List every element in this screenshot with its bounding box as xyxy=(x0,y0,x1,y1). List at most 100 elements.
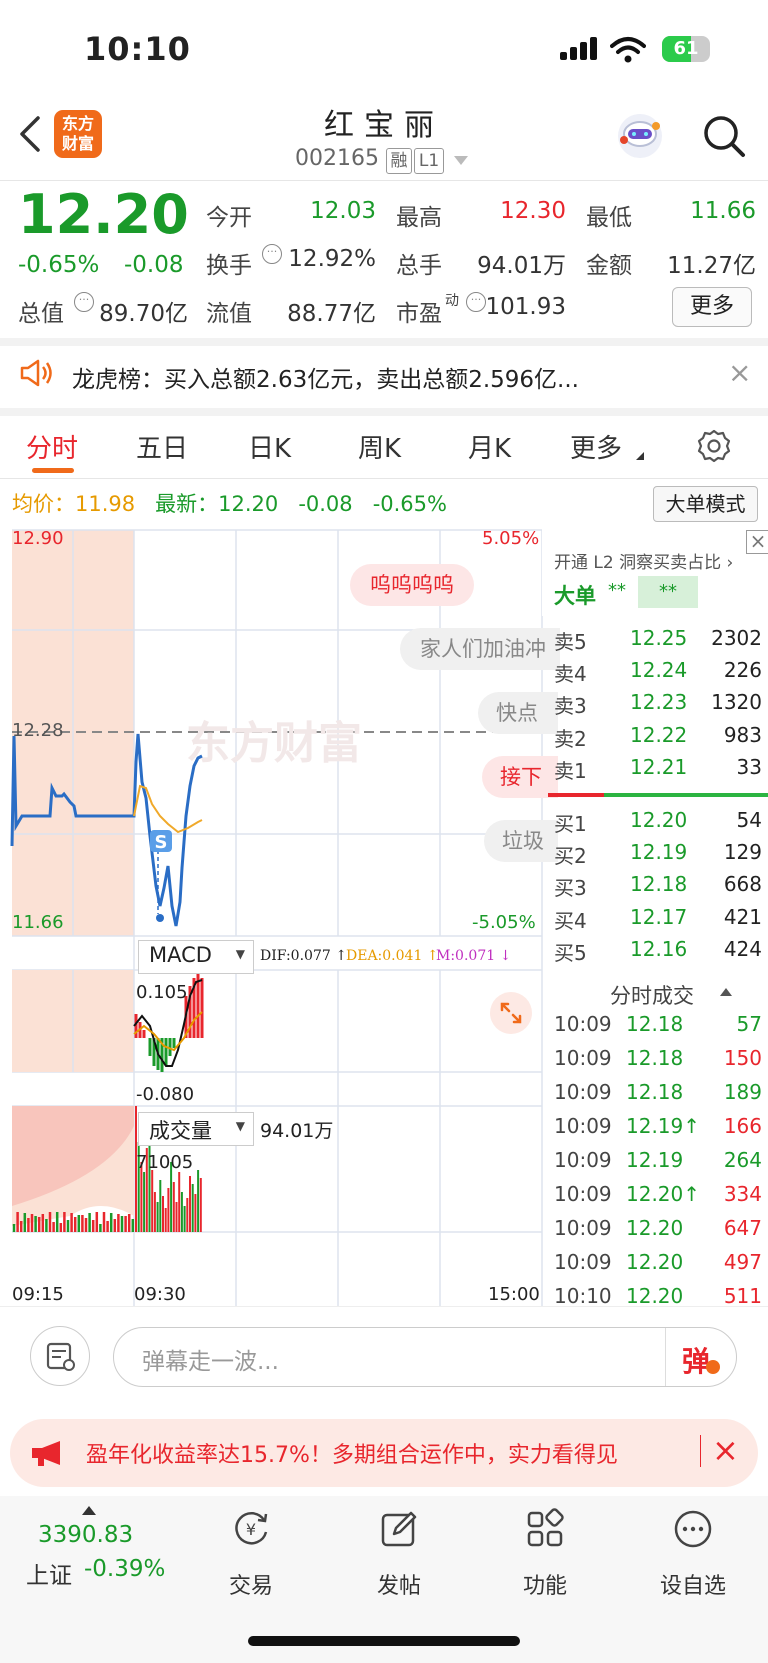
float-value: 88.77亿 xyxy=(287,301,376,327)
ask-row[interactable]: 卖5 12.25 2302 xyxy=(554,626,762,658)
dea-text: DEA:0.041 xyxy=(346,948,423,964)
pct-top-label: 5.05% xyxy=(482,528,540,549)
trade-price: 12.20 xyxy=(626,1284,684,1308)
dragon-tiger-notice[interactable]: 龙虎榜：买入总额2.63亿元，卖出总额2.596亿... xyxy=(72,360,579,394)
tab-5day[interactable]: 五日 xyxy=(136,428,188,465)
index-value[interactable]: 3390.83 xyxy=(38,1522,133,1548)
ask-row-price: 12.24 xyxy=(630,658,688,683)
chevron-down-icon[interactable] xyxy=(454,156,468,165)
ask-row[interactable]: 卖3 12.23 1320 xyxy=(554,690,762,722)
time-start-label: 09:15 xyxy=(12,1284,64,1305)
bid-row[interactable]: 买4 12.17 421 xyxy=(554,905,762,937)
volume-selector[interactable]: 成交量 ▼ xyxy=(138,1112,254,1146)
trade-price: 12.20 xyxy=(626,1216,684,1240)
danmaku-toggle-button[interactable]: 弹 xyxy=(665,1328,736,1386)
big-order-v2: ** xyxy=(638,576,698,608)
bid-row-volume: 421 xyxy=(723,904,762,929)
caret-up-icon[interactable] xyxy=(82,1506,96,1515)
pe-label: 市盈 xyxy=(396,301,442,327)
search-icon[interactable] xyxy=(702,114,746,158)
volume-value: 94.01万 xyxy=(477,253,566,279)
close-icon[interactable]: × xyxy=(712,1431,739,1469)
ask-row-label: 卖5 xyxy=(554,630,587,654)
bid-row[interactable]: 买2 12.19 129 xyxy=(554,840,762,872)
trade-volume: 497 xyxy=(723,1250,762,1274)
index-pct[interactable]: -0.39% xyxy=(84,1556,165,1582)
bid-row[interactable]: 买1 12.20 54 xyxy=(554,808,762,840)
ask-row-price: 12.21 xyxy=(630,754,688,779)
tab-intraday[interactable]: 分时 xyxy=(26,428,78,465)
mktcap-value: 89.70亿 xyxy=(99,301,188,327)
trade-time: 10:10 xyxy=(554,1284,612,1308)
ask-row[interactable]: 卖4 12.24 226 xyxy=(554,658,762,690)
danmaku-bubble[interactable]: 接下 xyxy=(482,756,558,798)
big-order-mode-button[interactable]: 大单模式 xyxy=(653,486,758,522)
danmaku-bubble[interactable]: 垃圾 xyxy=(484,820,558,862)
danmaku-settings-button[interactable] xyxy=(30,1326,90,1386)
caret-up-icon[interactable] xyxy=(720,988,732,996)
promo-banner[interactable]: 盈年化收益率达15.7%！多期组合运作中，实力看得见 × xyxy=(10,1419,758,1487)
ask-row[interactable]: 卖2 12.22 983 xyxy=(554,723,762,755)
tab-more[interactable]: 更多 xyxy=(570,428,622,465)
high-value: 12.30 xyxy=(500,198,566,224)
macd-top-label: 0.105 xyxy=(136,982,188,1003)
status-time: 10:10 xyxy=(84,30,191,68)
wifi-icon xyxy=(610,37,646,63)
ask-row-volume: 33 xyxy=(736,754,762,779)
check-badge-icon xyxy=(706,1360,720,1374)
trade-volume: 511 xyxy=(723,1284,762,1308)
big-order-label: 大单 xyxy=(554,584,596,608)
l2-promo-text: 开通 L2 洞察买卖占比 › xyxy=(554,553,734,573)
info-icon[interactable]: ··· xyxy=(74,292,94,312)
danmaku-bubble[interactable]: 呜呜呜呜 xyxy=(350,564,474,606)
danmaku-bubble[interactable]: 家人们加油冲 xyxy=(400,628,560,670)
megaphone-icon xyxy=(32,1441,60,1466)
danmaku-bubble[interactable]: 快点 xyxy=(478,692,558,734)
close-icon[interactable]: × xyxy=(728,356,751,389)
ask-row-label: 卖1 xyxy=(554,758,587,783)
bid-row-label: 买4 xyxy=(554,908,587,933)
trade-row: 10:09 12.19 264 xyxy=(554,1148,762,1182)
index-name[interactable]: 上证 xyxy=(26,1556,72,1590)
nav-custom-label: 设自选 xyxy=(659,1574,726,1599)
robot-assistant-icon[interactable] xyxy=(614,110,666,162)
nav-functions-label: 功能 xyxy=(522,1574,567,1599)
settings-icon[interactable] xyxy=(696,428,732,464)
m-value: M:0.071 ↓ xyxy=(436,948,512,964)
svg-text:¥: ¥ xyxy=(246,1520,256,1539)
bid-row[interactable]: 买3 12.18 668 xyxy=(554,872,762,904)
level-tag: L1 xyxy=(414,148,444,174)
bid-row-price: 12.18 xyxy=(630,872,688,897)
tab-daily-k[interactable]: 日K xyxy=(248,428,291,465)
danmaku-input[interactable]: 弹幕走一波... 弹 xyxy=(113,1327,737,1387)
mktcap-label: 总值 xyxy=(18,301,64,327)
danmaku-placeholder: 弹幕走一波... xyxy=(142,1349,279,1375)
bid-row[interactable]: 买5 12.16 424 xyxy=(554,937,762,969)
trade-row: 10:09 12.19↑ 166 xyxy=(554,1114,762,1148)
info-icon[interactable]: ··· xyxy=(262,244,282,264)
stock-code: 002165 xyxy=(295,146,379,171)
bid-row-volume: 668 xyxy=(723,872,762,897)
avg-label: 均价： xyxy=(12,492,75,516)
signal-icon xyxy=(560,52,567,60)
trade-row: 10:09 12.18 189 xyxy=(554,1080,762,1114)
ask-row[interactable]: 卖1 12.21 33 xyxy=(554,755,762,787)
trade-price: 12.19↑ xyxy=(626,1114,701,1138)
chart-watermark: 东方财富 xyxy=(186,718,362,769)
bid-row-price: 12.17 xyxy=(630,904,688,929)
low-label: 最低 xyxy=(586,205,632,231)
trade-price: 12.18 xyxy=(626,1046,684,1070)
macd-selector[interactable]: MACD ▼ xyxy=(138,940,254,974)
close-icon[interactable]: × xyxy=(746,530,768,554)
expand-button[interactable] xyxy=(490,992,532,1034)
bid-row-volume: 54 xyxy=(736,808,762,832)
trade-time: 10:09 xyxy=(554,1046,612,1070)
trades-title[interactable]: 分时成交 xyxy=(610,980,694,1010)
l2-promo[interactable]: 开通 L2 洞察买卖占比 › 大单 ** ** xyxy=(542,530,768,616)
trade-icon: ¥ xyxy=(235,1512,268,1545)
tab-monthly-k[interactable]: 月K xyxy=(468,428,511,465)
speaker-icon xyxy=(20,359,52,387)
turnover-label: 换手 xyxy=(206,253,252,279)
tab-weekly-k[interactable]: 周K xyxy=(358,428,401,465)
more-button[interactable]: 更多 xyxy=(672,287,752,327)
